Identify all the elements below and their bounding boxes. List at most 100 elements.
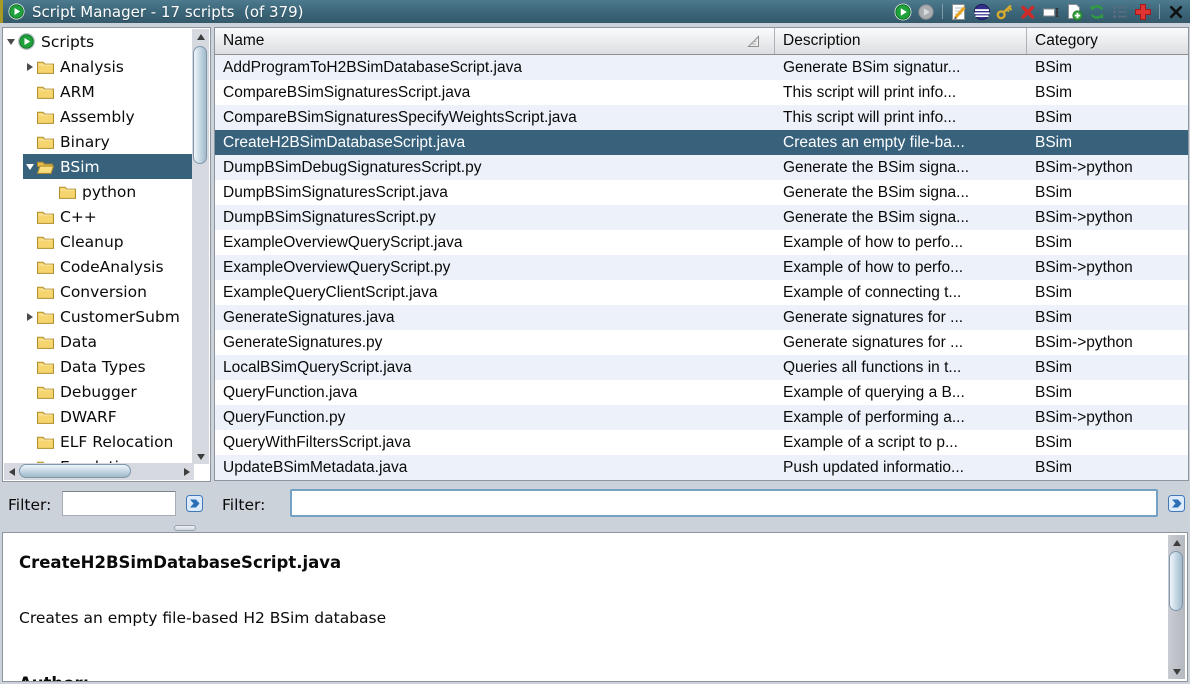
tree-item-binary[interactable]: Binary xyxy=(23,129,192,154)
tree-horizontal-scrollbar[interactable] xyxy=(4,463,194,480)
tree-item-label: BSim xyxy=(58,158,100,176)
tree-item-elf-relocation[interactable]: ELF Relocation xyxy=(23,429,192,454)
tree-item-label: Analysis xyxy=(58,58,124,76)
column-header-description[interactable]: Description xyxy=(775,28,1027,54)
tree-item-scripts[interactable]: Scripts xyxy=(4,29,192,54)
table-filter-input[interactable] xyxy=(290,489,1158,517)
tree-item-cpp[interactable]: C++ xyxy=(23,204,192,229)
tree-item-customersubmission[interactable]: CustomerSubm xyxy=(23,304,192,329)
expand-arrow-icon[interactable] xyxy=(23,63,37,71)
details-vertical-scrollbar[interactable] xyxy=(1168,535,1185,679)
tree-item-debugger[interactable]: Debugger xyxy=(23,379,192,404)
tree-item-python[interactable]: python xyxy=(45,179,192,204)
tree-filter-options-icon[interactable] xyxy=(184,493,205,514)
table-row[interactable]: DumpBSimSignaturesScript.pyGenerate the … xyxy=(215,205,1188,230)
scroll-down-icon[interactable] xyxy=(193,449,208,464)
eclipse-icon[interactable] xyxy=(973,3,991,21)
folder-open-icon xyxy=(37,160,58,174)
expand-arrow-icon[interactable] xyxy=(4,39,18,45)
column-header-name[interactable]: Name xyxy=(215,28,775,54)
tree-item-label: ARM xyxy=(58,83,95,101)
scripts-root-icon xyxy=(18,33,39,50)
tree-item-label: python xyxy=(80,183,136,201)
table-row[interactable]: UpdateBSimMetadata.javaPush updated info… xyxy=(215,455,1188,480)
sort-indicator-icon[interactable] xyxy=(747,35,760,48)
tree-item-data[interactable]: Data xyxy=(23,329,192,354)
help-icon[interactable] xyxy=(1134,3,1152,21)
scroll-right-icon[interactable] xyxy=(179,464,194,479)
column-header-label: Name xyxy=(223,32,264,50)
tree-item-codeanalysis[interactable]: CodeAnalysis xyxy=(23,254,192,279)
tree-item-label: ELF Relocation xyxy=(58,433,173,451)
scroll-up-icon[interactable] xyxy=(193,29,208,44)
script-description-panel: CreateH2BSimDatabaseScript.java Creates … xyxy=(2,532,1188,682)
table-row[interactable]: QueryFunction.javaExample of querying a … xyxy=(215,380,1188,405)
column-header-label: Category xyxy=(1035,32,1098,50)
tree-hscroll-thumb[interactable] xyxy=(19,464,131,478)
table-row[interactable]: GenerateSignatures.javaGenerate signatur… xyxy=(215,305,1188,330)
tree-item-arm[interactable]: ARM xyxy=(23,79,192,104)
tree-item-bsim[interactable]: BSim xyxy=(23,154,192,179)
folder-icon xyxy=(37,410,58,424)
table-row[interactable]: CompareBSimSignaturesSpecifyWeightsScrip… xyxy=(215,105,1188,130)
script-table-panel: Name Description Category AddProgramToH2… xyxy=(214,27,1189,481)
tree-item-emulation[interactable]: Emulation xyxy=(23,454,192,463)
folder-icon xyxy=(37,260,58,274)
edit-script-icon[interactable] xyxy=(950,3,968,21)
folder-icon xyxy=(37,360,58,374)
folder-icon xyxy=(37,210,58,224)
refresh-scripts-icon[interactable] xyxy=(1088,3,1106,21)
scroll-up-icon[interactable] xyxy=(1169,535,1184,550)
table-row[interactable]: ExampleOverviewQueryScript.javaExample o… xyxy=(215,230,1188,255)
tree-item-cleanup[interactable]: Cleanup xyxy=(23,229,192,254)
tree-item-assembly[interactable]: Assembly xyxy=(23,104,192,129)
table-filter-options-icon[interactable] xyxy=(1166,493,1187,514)
tree-item-dwarf[interactable]: DWARF xyxy=(23,404,192,429)
table-row[interactable]: DumpBSimDebugSignaturesScript.pyGenerate… xyxy=(215,155,1188,180)
folder-icon xyxy=(37,60,58,74)
table-row[interactable]: DumpBSimSignaturesScript.javaGenerate th… xyxy=(215,180,1188,205)
splitter-handle[interactable] xyxy=(174,525,196,531)
folder-icon xyxy=(37,310,58,324)
keybinding-icon[interactable] xyxy=(996,3,1014,21)
scroll-left-icon[interactable] xyxy=(4,464,19,479)
tree-item-label: Cleanup xyxy=(58,233,124,251)
run-last-script-icon[interactable] xyxy=(917,3,935,21)
folder-icon xyxy=(37,285,58,299)
script-description-text: Creates an empty file-based H2 BSim data… xyxy=(19,609,386,627)
script-category-tree: Scripts Analysis ARM Assembly Binary xyxy=(4,29,192,463)
table-row[interactable]: AddProgramToH2BSimDatabaseScript.javaGen… xyxy=(215,55,1188,80)
rename-script-icon[interactable] xyxy=(1042,3,1060,21)
tree-vertical-scrollbar[interactable] xyxy=(192,29,209,464)
table-row[interactable]: CompareBSimSignaturesScript.javaThis scr… xyxy=(215,80,1188,105)
scroll-down-icon[interactable] xyxy=(1169,664,1184,679)
table-row-selected[interactable]: CreateH2BSimDatabaseScript.javaCreates a… xyxy=(215,130,1188,155)
tree-item-analysis[interactable]: Analysis xyxy=(23,54,192,79)
tree-vscroll-thumb[interactable] xyxy=(193,46,207,164)
table-row[interactable]: ExampleOverviewQueryScript.pyExample of … xyxy=(215,255,1188,280)
column-header-category[interactable]: Category xyxy=(1027,28,1188,54)
tree-filter-input[interactable] xyxy=(62,491,176,516)
folder-icon xyxy=(37,335,58,349)
toolbar-separator xyxy=(1159,4,1160,19)
table-row[interactable]: QueryWithFiltersScript.javaExample of a … xyxy=(215,430,1188,455)
script-directories-icon[interactable] xyxy=(1111,3,1129,21)
run-script-icon[interactable] xyxy=(894,3,912,21)
delete-script-icon[interactable] xyxy=(1019,3,1037,21)
table-row[interactable]: LocalBSimQueryScript.javaQueries all fun… xyxy=(215,355,1188,380)
table-row[interactable]: QueryFunction.pyExample of performing a.… xyxy=(215,405,1188,430)
toolbar-separator xyxy=(942,4,943,19)
folder-icon xyxy=(37,435,58,449)
titlebar-toolbar xyxy=(894,0,1185,23)
new-script-icon[interactable] xyxy=(1065,3,1083,21)
details-vscroll-thumb[interactable] xyxy=(1169,551,1183,611)
tree-item-data-types[interactable]: Data Types xyxy=(23,354,192,379)
tree-item-conversion[interactable]: Conversion xyxy=(23,279,192,304)
table-row[interactable]: GenerateSignatures.pyGenerate signatures… xyxy=(215,330,1188,355)
tree-item-label: CodeAnalysis xyxy=(58,258,164,276)
expand-arrow-icon[interactable] xyxy=(23,313,37,321)
close-icon[interactable] xyxy=(1167,3,1185,21)
table-header: Name Description Category xyxy=(215,28,1188,55)
table-row[interactable]: ExampleQueryClientScript.javaExample of … xyxy=(215,280,1188,305)
expand-arrow-icon[interactable] xyxy=(23,164,37,170)
